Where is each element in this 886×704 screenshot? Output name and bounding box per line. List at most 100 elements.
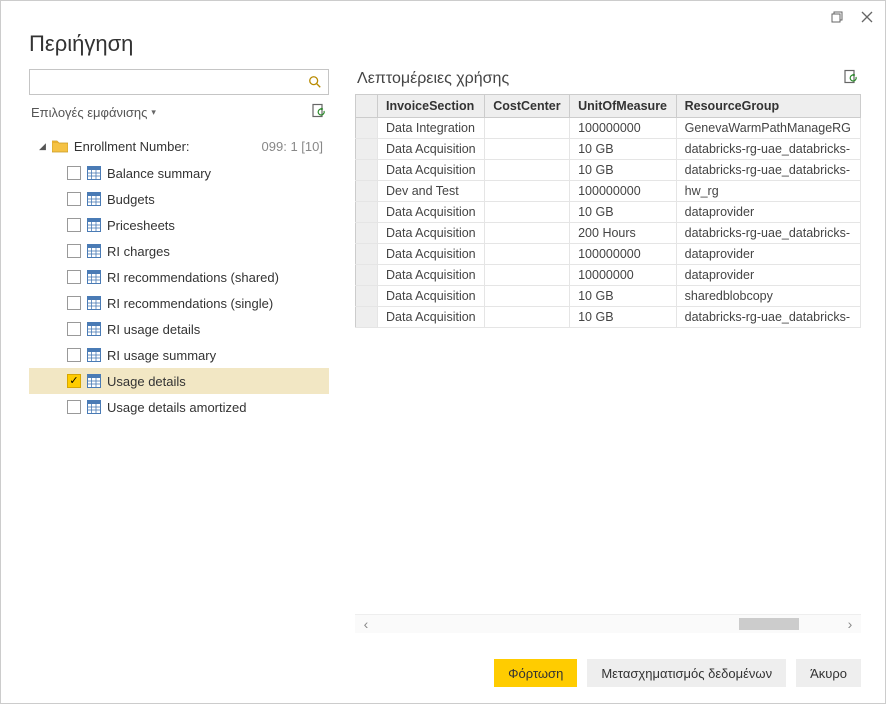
tree-item[interactable]: RI usage summary [29, 342, 329, 368]
column-header[interactable]: InvoiceSection [378, 95, 485, 118]
tree-item[interactable]: RI charges [29, 238, 329, 264]
tree-root-suffix: 099: 1 [10] [262, 139, 329, 154]
table-icon [87, 348, 101, 362]
cell: hw_rg [676, 181, 860, 202]
refresh-icon [311, 103, 327, 119]
checkbox[interactable] [67, 166, 81, 180]
cell: Dev and Test [378, 181, 485, 202]
cell [485, 202, 570, 223]
checkbox[interactable] [67, 296, 81, 310]
table-icon [87, 192, 101, 206]
table-icon [87, 244, 101, 258]
row-header-cell [356, 286, 378, 307]
search-input[interactable] [30, 75, 302, 90]
window-close-button[interactable] [857, 7, 877, 27]
table-row[interactable]: Data Acquisition10 GBsharedblobcopy [356, 286, 861, 307]
checkbox[interactable] [67, 270, 81, 284]
row-header-cell [356, 223, 378, 244]
refresh-tree-button[interactable] [311, 103, 327, 122]
cell: 100000000 [570, 181, 677, 202]
tree-item[interactable]: RI recommendations (single) [29, 290, 329, 316]
cell: dataprovider [676, 244, 860, 265]
search-box [29, 69, 329, 95]
checkbox[interactable] [67, 374, 81, 388]
table-icon [87, 270, 101, 284]
cell: Data Acquisition [378, 244, 485, 265]
search-button[interactable] [302, 75, 328, 89]
tree-item-label: RI usage summary [107, 348, 216, 363]
table-row[interactable]: Data Acquisition10 GBdatabricks-rg-uae_d… [356, 160, 861, 181]
cell: 100000000 [570, 244, 677, 265]
table-icon [87, 322, 101, 336]
row-header-cell [356, 139, 378, 160]
checkbox[interactable] [67, 192, 81, 206]
refresh-icon [843, 69, 859, 85]
navigator-dialog: Περιήγηση Επιλογές εμφάνισης ▾ [0, 0, 886, 704]
scroll-left-icon[interactable]: ‹ [355, 615, 377, 633]
checkbox[interactable] [67, 348, 81, 362]
table-row[interactable]: Data Acquisition10000000dataprovider [356, 265, 861, 286]
column-header[interactable]: UnitOfMeasure [570, 95, 677, 118]
horizontal-scrollbar[interactable]: ‹ › [355, 615, 861, 633]
window-restore-button[interactable] [827, 7, 847, 27]
cell: dataprovider [676, 265, 860, 286]
cell: databricks-rg-uae_databricks- [676, 223, 860, 244]
cell: GenevaWarmPathManageRG [676, 118, 860, 139]
checkbox[interactable] [67, 244, 81, 258]
table-row[interactable]: Dev and Test 100000000hw_rg [356, 181, 861, 202]
refresh-preview-button[interactable] [843, 69, 859, 88]
tree-item-label: RI recommendations (shared) [107, 270, 279, 285]
table-row[interactable]: Data Acquisition10 GBdatabricks-rg-uae_d… [356, 307, 861, 328]
cell: 10 GB [570, 202, 677, 223]
cell [485, 118, 570, 139]
tree-item[interactable]: Pricesheets [29, 212, 329, 238]
cell [485, 181, 570, 202]
cancel-button[interactable]: Άκυρο [796, 659, 861, 687]
checkbox[interactable] [67, 322, 81, 336]
cell: Data Acquisition [378, 223, 485, 244]
tree-item[interactable]: RI usage details [29, 316, 329, 342]
left-panel: Επιλογές εμφάνισης ▾ ◢ [29, 69, 329, 633]
cell: Data Acquisition [378, 160, 485, 181]
table-row[interactable]: Data Acquisition 100000000dataprovider [356, 244, 861, 265]
tree-root-enrollment[interactable]: ◢ Enrollment Number: 099: 1 [10] [29, 132, 329, 160]
cell: 200 Hours [570, 223, 677, 244]
table-icon [87, 296, 101, 310]
tree-item-label: RI charges [107, 244, 170, 259]
load-button[interactable]: Φόρτωση [494, 659, 577, 687]
cell [485, 265, 570, 286]
table-row[interactable]: Data Acquisition10 GBdatabricks-rg-uae_d… [356, 139, 861, 160]
column-header[interactable]: CostCenter [485, 95, 570, 118]
tree-item-label: RI recommendations (single) [107, 296, 273, 311]
tree-item[interactable]: RI recommendations (shared) [29, 264, 329, 290]
scroll-thumb[interactable] [739, 618, 799, 630]
tree-item[interactable]: Usage details amortized [29, 394, 329, 420]
row-header-cell [356, 160, 378, 181]
tree-item[interactable]: Balance summary [29, 160, 329, 186]
checkbox[interactable] [67, 400, 81, 414]
column-header[interactable]: ResourceGroup [676, 95, 860, 118]
row-header-cell [356, 307, 378, 328]
cell: Data Acquisition [378, 307, 485, 328]
cell: Data Integration [378, 118, 485, 139]
row-header-cell [356, 265, 378, 286]
table-row[interactable]: Data Acquisition 10 GBdataprovider [356, 202, 861, 223]
row-header-cell [356, 202, 378, 223]
folder-icon [52, 139, 68, 153]
scroll-right-icon[interactable]: › [839, 615, 861, 633]
checkbox[interactable] [67, 218, 81, 232]
cell [485, 223, 570, 244]
table-row[interactable]: Data Integration100000000GenevaWarmPathM… [356, 118, 861, 139]
preview-grid: InvoiceSectionCostCenterUnitOfMeasureRes… [355, 94, 861, 328]
cell: 10 GB [570, 160, 677, 181]
table-row[interactable]: Data Acquisition 200 Hoursdatabricks-rg-u… [356, 223, 861, 244]
tree-item[interactable]: Usage details [29, 368, 329, 394]
cell: Data Acquisition [378, 202, 485, 223]
display-options-dropdown[interactable]: Επιλογές εμφάνισης ▾ [31, 105, 156, 120]
tree-item[interactable]: Budgets [29, 186, 329, 212]
scroll-track[interactable] [377, 618, 839, 630]
cell: dataprovider [676, 202, 860, 223]
cell: Data Acquisition [378, 265, 485, 286]
transform-data-button[interactable]: Μετασχηματισμός δεδομένων [587, 659, 786, 687]
tree-item-label: Budgets [107, 192, 155, 207]
